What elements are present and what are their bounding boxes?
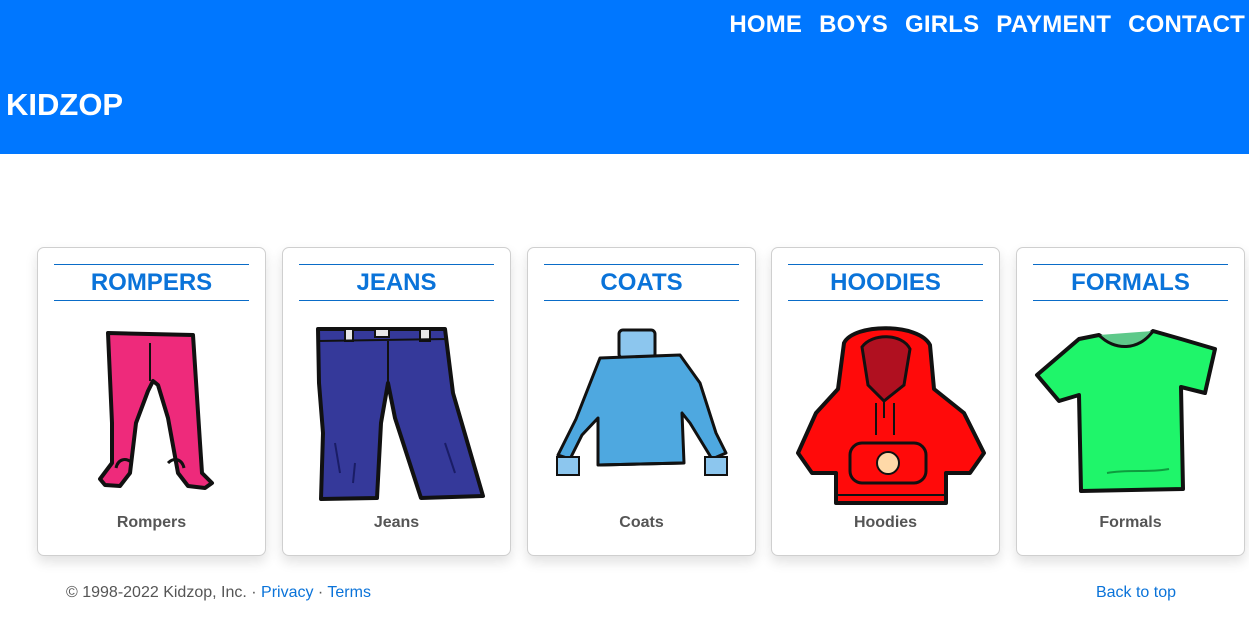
blue-jeans-icon[interactable] <box>295 323 499 508</box>
product-card-rompers[interactable]: ROMPERS Rompers <box>37 247 266 556</box>
light-blue-sweater-icon[interactable] <box>540 323 744 508</box>
card-title-wrap: ROMPERS <box>54 264 249 301</box>
product-card-coats[interactable]: COATS Coats <box>527 247 756 556</box>
copyright-text: © 1998-2022 Kidzop, Inc. <box>66 584 247 601</box>
card-title-wrap: FORMALS <box>1033 264 1228 301</box>
footer-copyright-row: © 1998-2022 Kidzop, Inc. · Privacy · Ter… <box>66 584 371 602</box>
product-card-jeans[interactable]: JEANS Jeans <box>282 247 511 556</box>
terms-link[interactable]: Terms <box>327 584 371 601</box>
red-hoodie-icon[interactable] <box>784 323 988 508</box>
card-title-wrap: JEANS <box>299 264 494 301</box>
nav-home-link[interactable]: HOME <box>729 10 802 40</box>
card-title: JEANS <box>356 268 437 296</box>
green-tshirt-icon[interactable] <box>1029 323 1233 508</box>
product-card-hoodies[interactable]: HOODIES Hoodies <box>771 247 1000 556</box>
pink-romper-icon[interactable] <box>50 323 254 508</box>
product-card-formals[interactable]: FORMALS Formals <box>1016 247 1245 556</box>
card-caption: Coats <box>619 514 664 531</box>
nav-payment-link[interactable]: PAYMENT <box>996 10 1111 40</box>
main-nav: HOME BOYS GIRLS PAYMENT CONTACT <box>729 10 1245 40</box>
nav-girls-link[interactable]: GIRLS <box>905 10 979 40</box>
card-caption: Formals <box>1099 514 1162 531</box>
card-title-wrap: HOODIES <box>788 264 983 301</box>
card-title-wrap: COATS <box>544 264 739 301</box>
nav-boys-link[interactable]: BOYS <box>819 10 888 40</box>
site-header: HOME BOYS GIRLS PAYMENT CONTACT KIDZOP <box>0 0 1249 154</box>
privacy-link[interactable]: Privacy <box>261 584 313 601</box>
back-to-top-link[interactable]: Back to top <box>1096 584 1176 602</box>
nav-contact-link[interactable]: CONTACT <box>1128 10 1245 40</box>
brand-logo-text[interactable]: KIDZOP <box>6 87 123 123</box>
footer-separator: · <box>313 584 328 601</box>
card-caption: Hoodies <box>853 514 918 531</box>
footer-separator: · <box>246 584 262 601</box>
card-title: FORMALS <box>1071 268 1190 296</box>
card-title: COATS <box>600 268 683 296</box>
card-caption: Rompers <box>116 514 187 531</box>
card-caption: Jeans <box>373 514 420 531</box>
card-title: HOODIES <box>830 268 941 296</box>
card-title: ROMPERS <box>90 268 213 296</box>
